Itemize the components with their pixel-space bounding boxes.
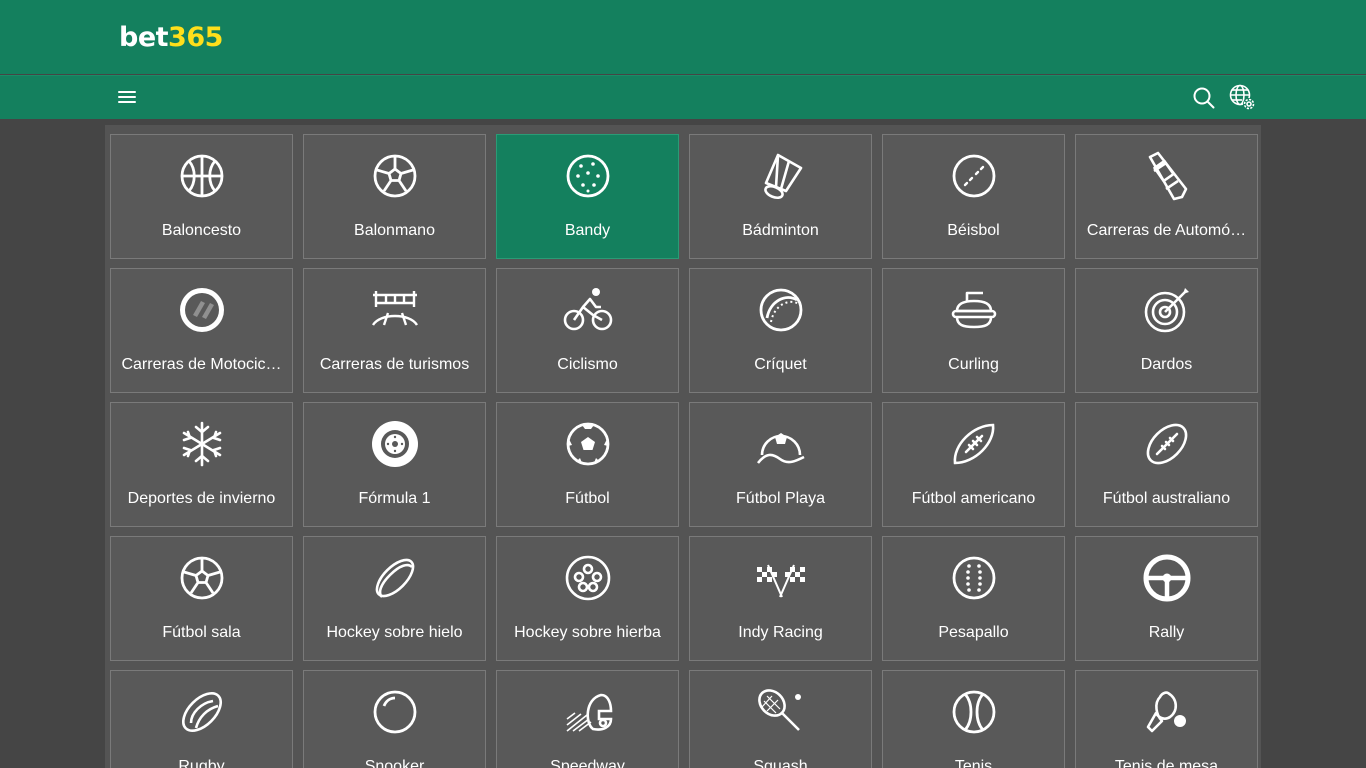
sport-label: Fútbol Playa [736,490,825,507]
sport-label: Hockey sobre hierba [514,624,661,641]
sport-label: Tenis de mesa [1114,758,1219,768]
sport-label: Indy Racing [738,624,823,641]
sports-grid: Baloncesto Balonmano Bandy Bádminton Béi… [110,134,1258,768]
soccer-ball-icon [563,419,613,469]
sport-tile-futbol-americano[interactable]: Fútbol americano [882,402,1065,527]
sport-tile-curling[interactable]: Curling [882,268,1065,393]
sport-tile-snooker[interactable]: Snooker [303,670,486,768]
futsal-ball-icon [177,553,227,603]
sport-tile-formula-1[interactable]: Fórmula 1 [303,402,486,527]
nav-bar [0,75,1366,119]
sport-label: Rally [1148,624,1185,641]
sport-label: Carreras de Motocic… [121,356,282,373]
sport-tile-ciclismo[interactable]: Ciclismo [496,268,679,393]
sport-label: Hockey sobre hielo [326,624,463,641]
sport-tile-dardos[interactable]: Dardos [1075,268,1258,393]
sport-label: Tenis [954,758,993,768]
globe-settings-icon[interactable] [1227,82,1257,112]
sport-tile-rugby[interactable]: Rugby [110,670,293,768]
hamburger-icon[interactable] [114,84,140,110]
sport-label: Críquet [754,356,807,373]
bandy-ball-icon [563,151,613,201]
sport-label: Baloncesto [161,222,242,239]
sport-tile-tenis-de-mesa[interactable]: Tenis de mesa [1075,670,1258,768]
sport-label: Carreras de turismos [319,356,470,373]
sport-tile-criquet[interactable]: Críquet [689,268,872,393]
curling-stone-icon [949,285,999,335]
table-tennis-icon [1142,687,1192,737]
sport-label: Squash [753,758,808,768]
sport-label: Fútbol sala [162,624,241,641]
sport-label: Curling [948,356,999,373]
sport-label: Dardos [1140,356,1193,373]
sport-label: Carreras de Automó… [1086,222,1247,239]
sport-tile-balonmano[interactable]: Balonmano [303,134,486,259]
sport-label: Speedway [550,758,625,768]
sport-tile-rally[interactable]: Rally [1075,536,1258,661]
field-hockey-ball-icon [563,553,613,603]
baseball-icon [949,151,999,201]
sport-tile-carreras-turismos[interactable]: Carreras de turismos [303,268,486,393]
sport-label: Rugby [178,758,225,768]
sport-tile-indy-racing[interactable]: Indy Racing [689,536,872,661]
rugby-ball-icon [177,687,227,737]
sport-label: Béisbol [947,222,1000,239]
cyclist-icon [563,285,613,335]
checkered-flags-icon [756,553,806,603]
sport-tile-pesapallo[interactable]: Pesapallo [882,536,1065,661]
snooker-ball-icon [370,687,420,737]
race-car-icon [1142,151,1192,201]
dartboard-icon [1142,285,1192,335]
tennis-ball-icon [949,687,999,737]
ice-hockey-puck-icon [370,553,420,603]
shuttlecock-icon [756,151,806,201]
sport-tile-futbol-playa[interactable]: Fútbol Playa [689,402,872,527]
sport-tile-speedway[interactable]: Speedway [496,670,679,768]
sport-label: Bádminton [742,222,819,239]
sport-label: Pesapallo [938,624,1009,641]
sport-label: Ciclismo [557,356,618,373]
sport-tile-deportes-invierno[interactable]: Deportes de invierno [110,402,293,527]
sport-tile-bandy[interactable]: Bandy [496,134,679,259]
tyre-icon [370,419,420,469]
sport-tile-carreras-motociclismo[interactable]: Carreras de Motocic… [110,268,293,393]
bet365-logo[interactable]: bet365 [119,20,223,56]
sport-label: Fútbol americano [911,490,1036,507]
sport-tile-futbol[interactable]: Fútbol [496,402,679,527]
top-header: bet365 [0,0,1366,74]
motorcycle-wheel-icon [177,285,227,335]
sport-label: Balonmano [354,222,435,239]
sport-label: Bandy [564,222,611,239]
sports-panel: Baloncesto Balonmano Bandy Bádminton Béi… [105,125,1261,768]
sport-tile-futbol-sala[interactable]: Fútbol sala [110,536,293,661]
handball-icon [370,151,420,201]
touring-car-track-icon [370,285,420,335]
sport-label: Fórmula 1 [358,490,431,507]
sport-label: Fútbol [565,490,610,507]
sport-tile-hockey-hielo[interactable]: Hockey sobre hielo [303,536,486,661]
speedway-helmet-icon [563,687,613,737]
sport-label: Snooker [364,758,425,768]
sport-tile-squash[interactable]: Squash [689,670,872,768]
squash-racket-icon [756,687,806,737]
american-football-icon [949,419,999,469]
snowflake-icon [177,419,227,469]
pesapallo-ball-icon [949,553,999,603]
beach-soccer-icon [756,419,806,469]
sport-label: Fútbol australiano [1102,490,1231,507]
sport-tile-badminton[interactable]: Bádminton [689,134,872,259]
sport-label: Deportes de invierno [127,490,276,507]
cricket-ball-icon [756,285,806,335]
sport-tile-futbol-australiano[interactable]: Fútbol australiano [1075,402,1258,527]
sport-tile-beisbol[interactable]: Béisbol [882,134,1065,259]
search-icon[interactable] [1190,84,1218,112]
sport-tile-baloncesto[interactable]: Baloncesto [110,134,293,259]
sport-tile-tenis[interactable]: Tenis [882,670,1065,768]
sport-tile-carreras-automoviles[interactable]: Carreras de Automó… [1075,134,1258,259]
aussie-rules-ball-icon [1142,419,1192,469]
sport-tile-hockey-hierba[interactable]: Hockey sobre hierba [496,536,679,661]
steering-wheel-icon [1142,553,1192,603]
basketball-icon [177,151,227,201]
